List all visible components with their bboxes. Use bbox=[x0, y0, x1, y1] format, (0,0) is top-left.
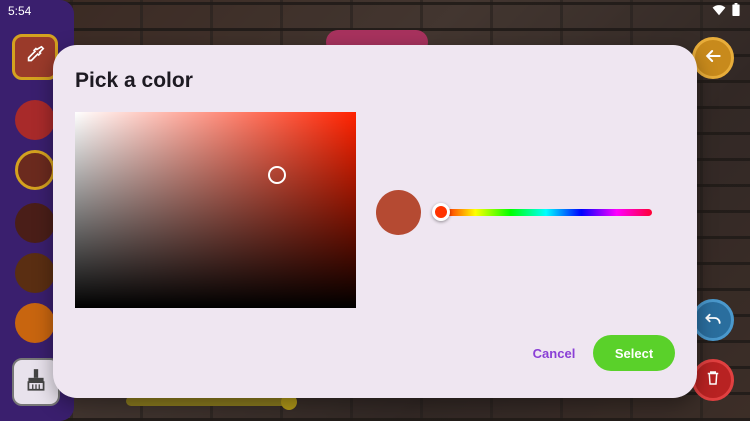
status-bar: 5:54 bbox=[0, 0, 750, 22]
saturation-value-handle[interactable] bbox=[268, 166, 286, 184]
color-picker-dialog: Pick a color Cancel Select bbox=[53, 45, 697, 398]
palette-swatch-selected[interactable] bbox=[15, 150, 55, 190]
hue-slider-track[interactable] bbox=[440, 209, 652, 216]
status-time: 5:54 bbox=[8, 4, 32, 18]
eyedropper-icon bbox=[24, 44, 46, 71]
back-button[interactable] bbox=[692, 37, 734, 79]
wifi-icon bbox=[712, 4, 726, 19]
palette-swatch[interactable] bbox=[15, 100, 55, 140]
battery-icon bbox=[732, 3, 740, 19]
eyedropper-button[interactable] bbox=[12, 34, 58, 80]
brush-icon bbox=[23, 367, 49, 398]
undo-icon bbox=[703, 308, 723, 333]
cancel-button[interactable]: Cancel bbox=[523, 335, 585, 371]
dialog-title: Pick a color bbox=[75, 69, 193, 92]
hue-slider-thumb[interactable] bbox=[432, 203, 450, 221]
back-arrow-icon bbox=[703, 46, 723, 71]
undo-button[interactable] bbox=[692, 299, 734, 341]
saturation-value-area[interactable] bbox=[75, 112, 356, 308]
color-preview bbox=[376, 190, 421, 235]
select-button[interactable]: Select bbox=[593, 335, 675, 371]
palette-swatch[interactable] bbox=[15, 203, 55, 243]
palette-swatch[interactable] bbox=[15, 303, 55, 343]
trash-icon bbox=[704, 369, 722, 392]
delete-button[interactable] bbox=[692, 359, 734, 401]
palette-swatch[interactable] bbox=[15, 253, 55, 293]
